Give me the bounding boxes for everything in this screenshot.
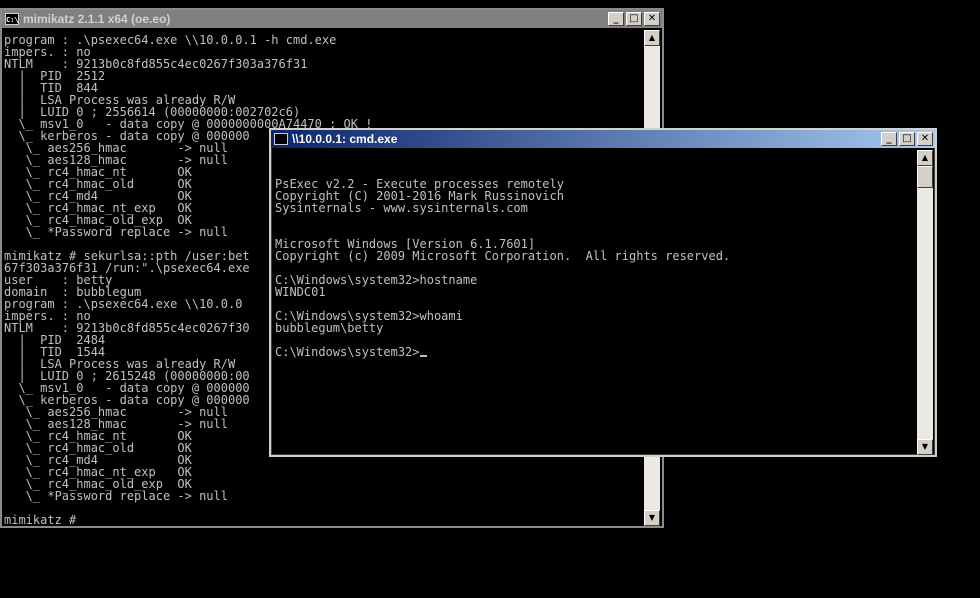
console-line: mimikatz # bbox=[4, 513, 77, 526]
scroll-thumb[interactable] bbox=[917, 166, 933, 188]
cmd-titlebar[interactable]: \\10.0.0.1: cmd.exe _ □ ✕ bbox=[271, 130, 935, 148]
console-line: bubblegum\betty bbox=[275, 321, 384, 335]
scroll-up-icon[interactable]: ▲ bbox=[917, 150, 933, 166]
close-button[interactable]: ✕ bbox=[644, 12, 660, 26]
console-line: Copyright (c) 2009 Microsoft Corporation… bbox=[275, 249, 731, 263]
scroll-up-icon[interactable]: ▲ bbox=[644, 30, 660, 46]
mimikatz-window-title: mimikatz 2.1.1 x64 (oe.eo) bbox=[23, 12, 171, 26]
console-line: C:\Windows\system32> bbox=[275, 346, 915, 358]
console-line: | PID 2512 bbox=[4, 69, 106, 83]
maximize-button[interactable]: □ bbox=[899, 132, 915, 146]
cmd-scrollbar[interactable]: ▲ ▼ bbox=[917, 150, 933, 455]
maximize-button[interactable]: □ bbox=[626, 12, 642, 26]
text-cursor bbox=[419, 355, 427, 357]
console-line: C:\Windows\system32>hostname bbox=[275, 273, 478, 287]
console-line: WINDC01 bbox=[275, 285, 326, 299]
cmd-console-output[interactable]: PsExec v2.2 - Execute processes remotely… bbox=[275, 166, 915, 456]
console-line: program : .\psexec64.exe \\10.0.0.1 -h c… bbox=[4, 34, 337, 47]
scroll-down-icon[interactable]: ▼ bbox=[644, 510, 660, 526]
mimikatz-titlebar[interactable]: C:\ mimikatz 2.1.1 x64 (oe.eo) _ □ ✕ bbox=[2, 10, 662, 28]
console-line: Sysinternals - www.sysinternals.com bbox=[275, 201, 528, 215]
minimize-button[interactable]: _ bbox=[608, 12, 624, 26]
close-button[interactable]: ✕ bbox=[917, 132, 933, 146]
minimize-button[interactable]: _ bbox=[881, 132, 897, 146]
console-icon: C:\ bbox=[5, 13, 19, 25]
cmd-window-title: \\10.0.0.1: cmd.exe bbox=[292, 132, 398, 146]
cmd-window[interactable]: \\10.0.0.1: cmd.exe _ □ ✕ PsExec v2.2 - … bbox=[269, 128, 937, 457]
console-icon bbox=[274, 133, 288, 145]
console-line: \_ *Password replace -> null bbox=[4, 489, 228, 503]
scroll-down-icon[interactable]: ▼ bbox=[917, 439, 933, 455]
